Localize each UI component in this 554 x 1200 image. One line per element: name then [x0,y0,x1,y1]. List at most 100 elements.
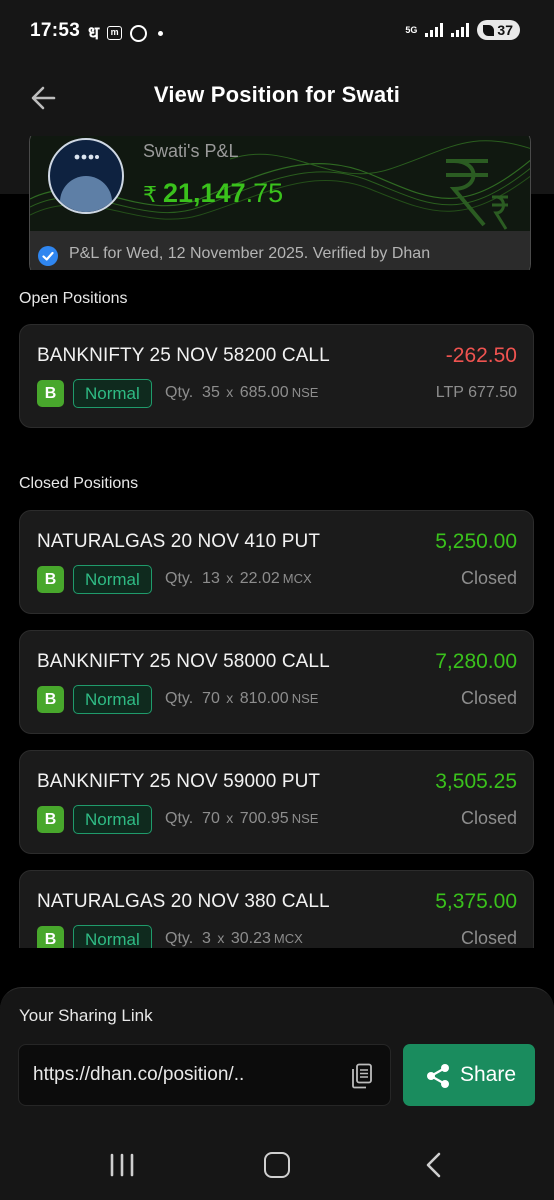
network-type-icon: 5G [405,24,418,35]
buy-badge: B [37,806,64,833]
qty-label: Qty. [165,570,194,587]
pnl-total-amount: ₹21,147.75 [143,178,283,209]
buy-badge: B [37,566,64,593]
qty-multiplier: x [226,384,234,400]
signal-icon-2 [451,23,470,37]
system-nav-bar [0,1127,554,1200]
sharing-link-field[interactable]: https://dhan.co/position/.. [18,1044,391,1106]
m-app-icon: m [107,26,123,40]
buy-badge: B [37,380,64,407]
exchange-label: MCX [282,571,312,586]
buy-badge: B [37,686,64,713]
qty-value: 35 [202,384,220,401]
more-notifications-dot-icon [158,30,164,36]
qty-label: Qty. [165,930,194,947]
exchange-label: NSE [291,811,319,826]
qty-value: 13 [202,570,220,587]
verification-banner: P&L for Wed, 12 November 2025. Verified … [30,231,530,270]
qty-value: 70 [202,690,220,707]
position-quantity: Qty. 35 x 685.00 NSE [165,384,318,402]
pnl-amount-decimal: .75 [245,178,284,208]
avg-price: 30.23 [230,930,271,947]
order-type-badge: Normal [73,685,152,714]
position-quantity: Qty. 70 x 810.00 NSE [165,690,318,708]
recent-apps-icon[interactable] [108,1153,136,1177]
pnl-card: Swati's P&L ₹21,147.75 P&L for Wed, 12 N… [29,136,531,270]
avg-price: 810.00 [239,690,289,707]
qty-multiplier: x [226,810,234,826]
position-name: BANKNIFTY 25 NOV 58200 CALL [37,345,330,366]
order-type-badge: Normal [73,805,152,834]
position-name: NATURALGAS 20 NOV 410 PUT [37,531,321,552]
closed-position-card[interactable]: NATURALGAS 20 NOV 410 PUT 5,250.00 B Nor… [19,510,534,614]
order-type-badge: Normal [73,565,152,594]
home-icon[interactable] [264,1152,290,1178]
pnl-card-preview: Swati's P&L ₹21,147.75 P&L for Wed, 12 N… [0,136,554,270]
closed-position-card[interactable]: NATURALGAS 20 NOV 380 CALL 5,375.00 B No… [19,870,534,948]
back-icon[interactable] [424,1152,442,1178]
avg-price: 700.95 [239,810,289,827]
order-type-badge: Normal [73,379,152,408]
buy-badge: B [37,926,64,948]
status-bar: 17:53 ध m 5G 37 [0,0,554,64]
exchange-label: MCX [273,931,303,946]
dha-app-icon: ध [88,23,100,44]
system-icons: 5G 37 [405,20,520,40]
position-pnl: 5,375.00 [435,890,517,913]
qty-label: Qty. [165,690,194,707]
rupee-symbol: ₹ [143,182,157,207]
avatar [48,138,124,214]
copy-icon[interactable] [351,1063,373,1089]
avatar-moon-image [60,176,112,212]
avg-price: 22.02 [239,570,280,587]
position-quantity: Qty. 70 x 700.95 NSE [165,810,318,828]
closed-position-card[interactable]: BANKNIFTY 25 NOV 58000 CALL 7,280.00 B N… [19,630,534,734]
share-icon [427,1064,449,1088]
battery-level: 37 [497,22,513,38]
position-status: Closed [460,928,517,948]
position-pnl: 3,505.25 [435,770,517,793]
qty-value: 3 [202,930,211,947]
position-status: Closed [460,568,517,588]
battery-indicator: 37 [477,20,520,40]
position-quantity: Qty. 13 x 22.02 MCX [165,570,312,588]
status-time: 17:53 [30,20,81,41]
qty-multiplier: x [217,930,225,946]
app-header: View Position for Swati [0,64,554,136]
open-positions-title: Open Positions [19,290,128,307]
qty-multiplier: x [226,690,234,706]
closed-positions-list[interactable]: NATURALGAS 20 NOV 410 PUT 5,250.00 B Nor… [0,493,554,948]
position-name: BANKNIFTY 25 NOV 59000 PUT [37,771,321,792]
pnl-card-header: Swati's P&L ₹21,147.75 [30,136,530,239]
verified-check-icon [38,246,58,266]
position-pnl: -262.50 [445,344,517,367]
rupee-watermark-icon [446,159,508,230]
position-pnl: 5,250.00 [435,530,517,553]
closed-positions-title: Closed Positions [19,475,139,492]
verification-text: P&L for Wed, 12 November 2025. Verified … [69,245,431,262]
position-status: Closed [460,688,517,708]
signal-icon [425,23,444,37]
position-name: NATURALGAS 20 NOV 380 CALL [37,891,330,912]
page-title: View Position for Swati [153,82,401,107]
position-pnl: 7,280.00 [435,650,517,673]
position-name: BANKNIFTY 25 NOV 58000 CALL [37,651,330,672]
share-button-label: Share [460,1063,517,1086]
position-ltp: LTP 677.50 [435,384,517,401]
whatsapp-icon [130,24,148,42]
notification-icons: ध m [88,21,164,45]
position-quantity: Qty. 3 x 30.23 MCX [165,930,303,948]
qty-label: Qty. [165,384,194,401]
order-type-badge: Normal [73,925,152,948]
open-position-card[interactable]: BANKNIFTY 25 NOV 58200 CALL -262.50 B No… [19,324,534,428]
sharing-link-url: https://dhan.co/position/.. [33,1064,245,1085]
sharing-link-title: Your Sharing Link [19,1006,153,1025]
qty-value: 70 [202,810,220,827]
position-status: Closed [460,808,517,828]
exchange-label: NSE [291,691,319,706]
share-button[interactable]: Share [403,1044,535,1106]
closed-position-card[interactable]: BANKNIFTY 25 NOV 59000 PUT 3,505.25 B No… [19,750,534,854]
pnl-amount-main: 21,147 [163,178,246,208]
pnl-owner-name: Swati's P&L [143,141,239,161]
avatar-dots-icon [74,154,99,160]
